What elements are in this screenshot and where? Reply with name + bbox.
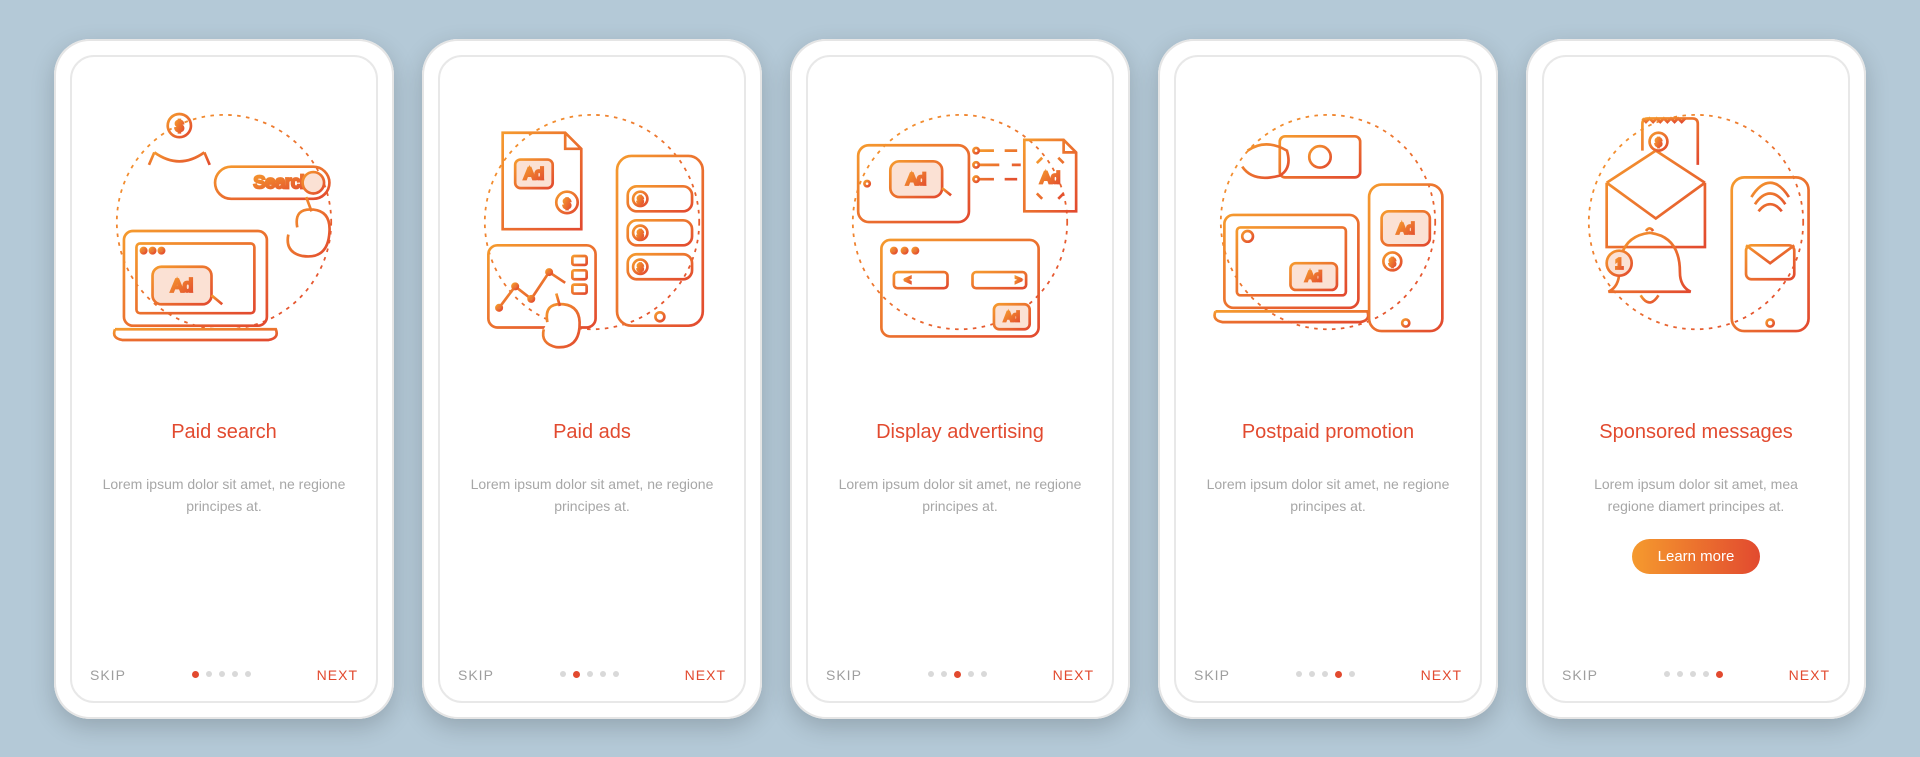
svg-text:$: $ bbox=[564, 196, 571, 210]
onboarding-footer: SKIP NEXT bbox=[826, 667, 1094, 683]
skip-button[interactable]: SKIP bbox=[1562, 667, 1598, 683]
dot bbox=[941, 671, 947, 677]
dot bbox=[1664, 671, 1670, 677]
phone-screen: $ Search bbox=[70, 55, 378, 703]
next-button[interactable]: NEXT bbox=[1789, 667, 1830, 683]
dot bbox=[1703, 671, 1709, 677]
skip-button[interactable]: SKIP bbox=[90, 667, 126, 683]
dot bbox=[1349, 671, 1355, 677]
phone-paid-search: $ Search bbox=[54, 39, 394, 719]
onboarding-footer: SKIP NEXT bbox=[458, 667, 726, 683]
svg-text:$: $ bbox=[638, 195, 644, 206]
onboarding-phones-row: $ Search bbox=[54, 39, 1866, 719]
svg-text:Ad: Ad bbox=[1397, 221, 1415, 237]
dot bbox=[1296, 671, 1302, 677]
screen-description: Lorem ipsum dolor sit amet, ne regione p… bbox=[458, 473, 726, 518]
illustration-paid-search: $ Search bbox=[90, 81, 358, 381]
next-button[interactable]: NEXT bbox=[1053, 667, 1094, 683]
dot bbox=[206, 671, 212, 677]
next-button[interactable]: NEXT bbox=[685, 667, 726, 683]
dot bbox=[968, 671, 974, 677]
svg-text:>: > bbox=[1015, 274, 1021, 286]
dot bbox=[1716, 671, 1723, 678]
dot bbox=[232, 671, 238, 677]
phone-screen: $ 1 bbox=[1542, 55, 1850, 703]
svg-text:$: $ bbox=[1389, 256, 1395, 268]
svg-text:Ad: Ad bbox=[1306, 269, 1322, 284]
onboarding-footer: SKIP NEXT bbox=[1194, 667, 1462, 683]
skip-button[interactable]: SKIP bbox=[826, 667, 862, 683]
next-button[interactable]: NEXT bbox=[1421, 667, 1462, 683]
skip-button[interactable]: SKIP bbox=[1194, 667, 1230, 683]
phone-screen: Ad Ad $ bbox=[1174, 55, 1482, 703]
dot bbox=[1690, 671, 1696, 677]
illustration-sponsored-messages: $ 1 bbox=[1562, 81, 1830, 381]
screen-title: Sponsored messages bbox=[1562, 407, 1830, 459]
svg-text:Ad: Ad bbox=[524, 165, 544, 183]
dot bbox=[560, 671, 566, 677]
dot bbox=[573, 671, 580, 678]
screen-description: Lorem ipsum dolor sit amet, ne regione p… bbox=[1194, 473, 1462, 518]
learn-more-button[interactable]: Learn more bbox=[1632, 539, 1761, 574]
dot bbox=[600, 671, 606, 677]
svg-text:Ad: Ad bbox=[1040, 168, 1060, 186]
svg-text:$: $ bbox=[175, 118, 183, 134]
skip-button[interactable]: SKIP bbox=[458, 667, 494, 683]
illustration-display-advertising: Ad Ad bbox=[826, 81, 1094, 381]
next-button[interactable]: NEXT bbox=[317, 667, 358, 683]
phone-postpaid-promotion: Ad Ad $ bbox=[1158, 39, 1498, 719]
page-indicator bbox=[1664, 671, 1723, 678]
onboarding-footer: SKIP NEXT bbox=[1562, 667, 1830, 683]
screen-description: Lorem ipsum dolor sit amet, mea regione … bbox=[1562, 473, 1830, 518]
phone-paid-ads: Ad $ bbox=[422, 39, 762, 719]
dot bbox=[1677, 671, 1683, 677]
dot bbox=[981, 671, 987, 677]
svg-text:$: $ bbox=[1656, 137, 1662, 149]
screen-description: Lorem ipsum dolor sit amet, ne regione p… bbox=[826, 473, 1094, 518]
svg-text:Ad: Ad bbox=[906, 170, 926, 188]
dot bbox=[928, 671, 934, 677]
svg-text:$: $ bbox=[638, 229, 644, 240]
screen-title: Paid ads bbox=[458, 407, 726, 459]
illustration-paid-ads: Ad $ bbox=[458, 81, 726, 381]
dot bbox=[954, 671, 961, 678]
onboarding-footer: SKIP NEXT bbox=[90, 667, 358, 683]
page-indicator bbox=[1296, 671, 1355, 678]
svg-text:<: < bbox=[905, 274, 911, 286]
screen-title: Display advertising bbox=[826, 407, 1094, 459]
screen-description: Lorem ipsum dolor sit amet, ne regione p… bbox=[90, 473, 358, 518]
dot bbox=[1322, 671, 1328, 677]
dot bbox=[613, 671, 619, 677]
page-indicator bbox=[928, 671, 987, 678]
dot bbox=[587, 671, 593, 677]
screen-title: Postpaid promotion bbox=[1194, 407, 1462, 459]
svg-text:Ad: Ad bbox=[1004, 310, 1019, 324]
phone-display-advertising: Ad Ad bbox=[790, 39, 1130, 719]
phone-screen: Ad Ad bbox=[806, 55, 1114, 703]
dot bbox=[192, 671, 199, 678]
dot bbox=[1335, 671, 1342, 678]
svg-text:$: $ bbox=[638, 263, 644, 274]
svg-text:1: 1 bbox=[1615, 256, 1623, 272]
dot bbox=[245, 671, 251, 677]
page-indicator bbox=[560, 671, 619, 678]
illustration-postpaid-promotion: Ad Ad $ bbox=[1194, 81, 1462, 381]
dot bbox=[1309, 671, 1315, 677]
phone-screen: Ad $ bbox=[438, 55, 746, 703]
screen-title: Paid search bbox=[90, 407, 358, 459]
page-indicator bbox=[192, 671, 251, 678]
svg-text:Ad: Ad bbox=[171, 275, 193, 295]
phone-sponsored-messages: $ 1 bbox=[1526, 39, 1866, 719]
dot bbox=[219, 671, 225, 677]
